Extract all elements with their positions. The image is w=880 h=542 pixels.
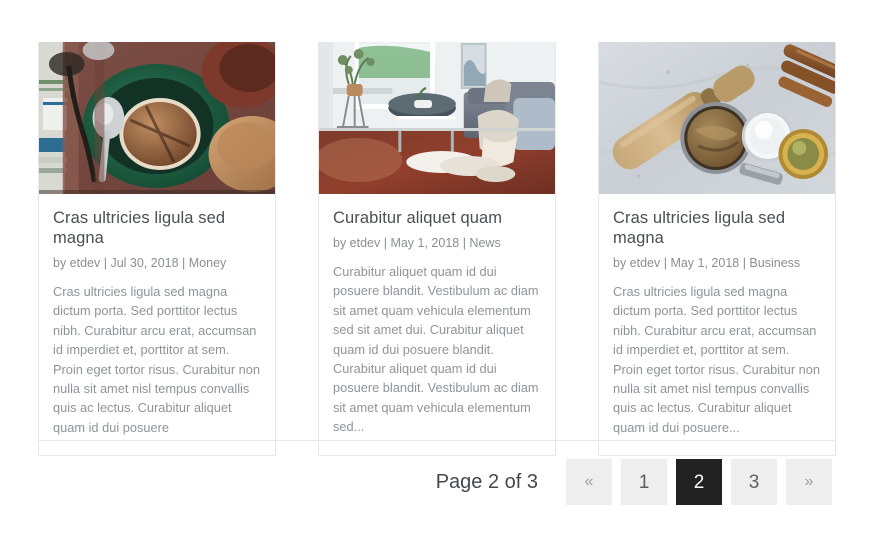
post-meta: by etdev | May 1, 2018 | Business [613, 256, 801, 270]
living-room-interior-photo[interactable] [319, 42, 555, 194]
post-card[interactable]: Cras ultricies ligula sed magna by etdev… [598, 42, 836, 457]
pagination: Page 2 of 3 « 1 2 3 » [38, 441, 836, 523]
pagination-page-2[interactable]: 2 [676, 459, 722, 505]
post-title[interactable]: Cras ultricies ligula sed magna [53, 208, 261, 248]
post-excerpt: Cras ultricies ligula sed magna dictum p… [53, 284, 260, 435]
post-meta: by etdev | Jul 30, 2018 | Money [53, 256, 227, 270]
post-card[interactable]: Cras ultricies ligula sed magna by etdev… [38, 42, 276, 457]
post-title[interactable]: Cras ultricies ligula sed magna [613, 208, 821, 248]
blog-grid-page: Cras ultricies ligula sed magna by etdev… [0, 0, 880, 542]
pagination-list: « 1 2 3 » [566, 459, 832, 505]
pagination-prev-button[interactable]: « [566, 459, 612, 505]
baking-ingredients-photo-svg [599, 42, 835, 194]
pagination-label: Page 2 of 3 [435, 470, 538, 493]
post-meta: by etdev | May 1, 2018 | News [333, 236, 501, 250]
pagination-page-1[interactable]: 1 [621, 459, 667, 505]
post-excerpt: Curabitur aliquet quam id dui posuere bl… [333, 264, 539, 435]
post-title[interactable]: Curabitur aliquet quam [333, 208, 541, 228]
post-body: Cras ultricies ligula sed magna by etdev… [599, 194, 835, 455]
baking-ingredients-photo[interactable] [599, 42, 835, 194]
post-grid: Cras ultricies ligula sed magna by etdev… [38, 42, 836, 457]
food-green-pot-photo[interactable] [39, 42, 275, 194]
living-room-interior-photo-svg [319, 42, 555, 194]
post-card[interactable]: Curabitur aliquet quam by etdev | May 1,… [318, 42, 556, 456]
pagination-page-3[interactable]: 3 [731, 459, 777, 505]
food-green-pot-photo-svg [39, 42, 275, 194]
post-body: Cras ultricies ligula sed magna by etdev… [39, 194, 275, 455]
pagination-next-button[interactable]: » [786, 459, 832, 505]
post-body: Curabitur aliquet quam by etdev | May 1,… [319, 194, 555, 455]
post-excerpt: Cras ultricies ligula sed magna dictum p… [613, 284, 820, 435]
